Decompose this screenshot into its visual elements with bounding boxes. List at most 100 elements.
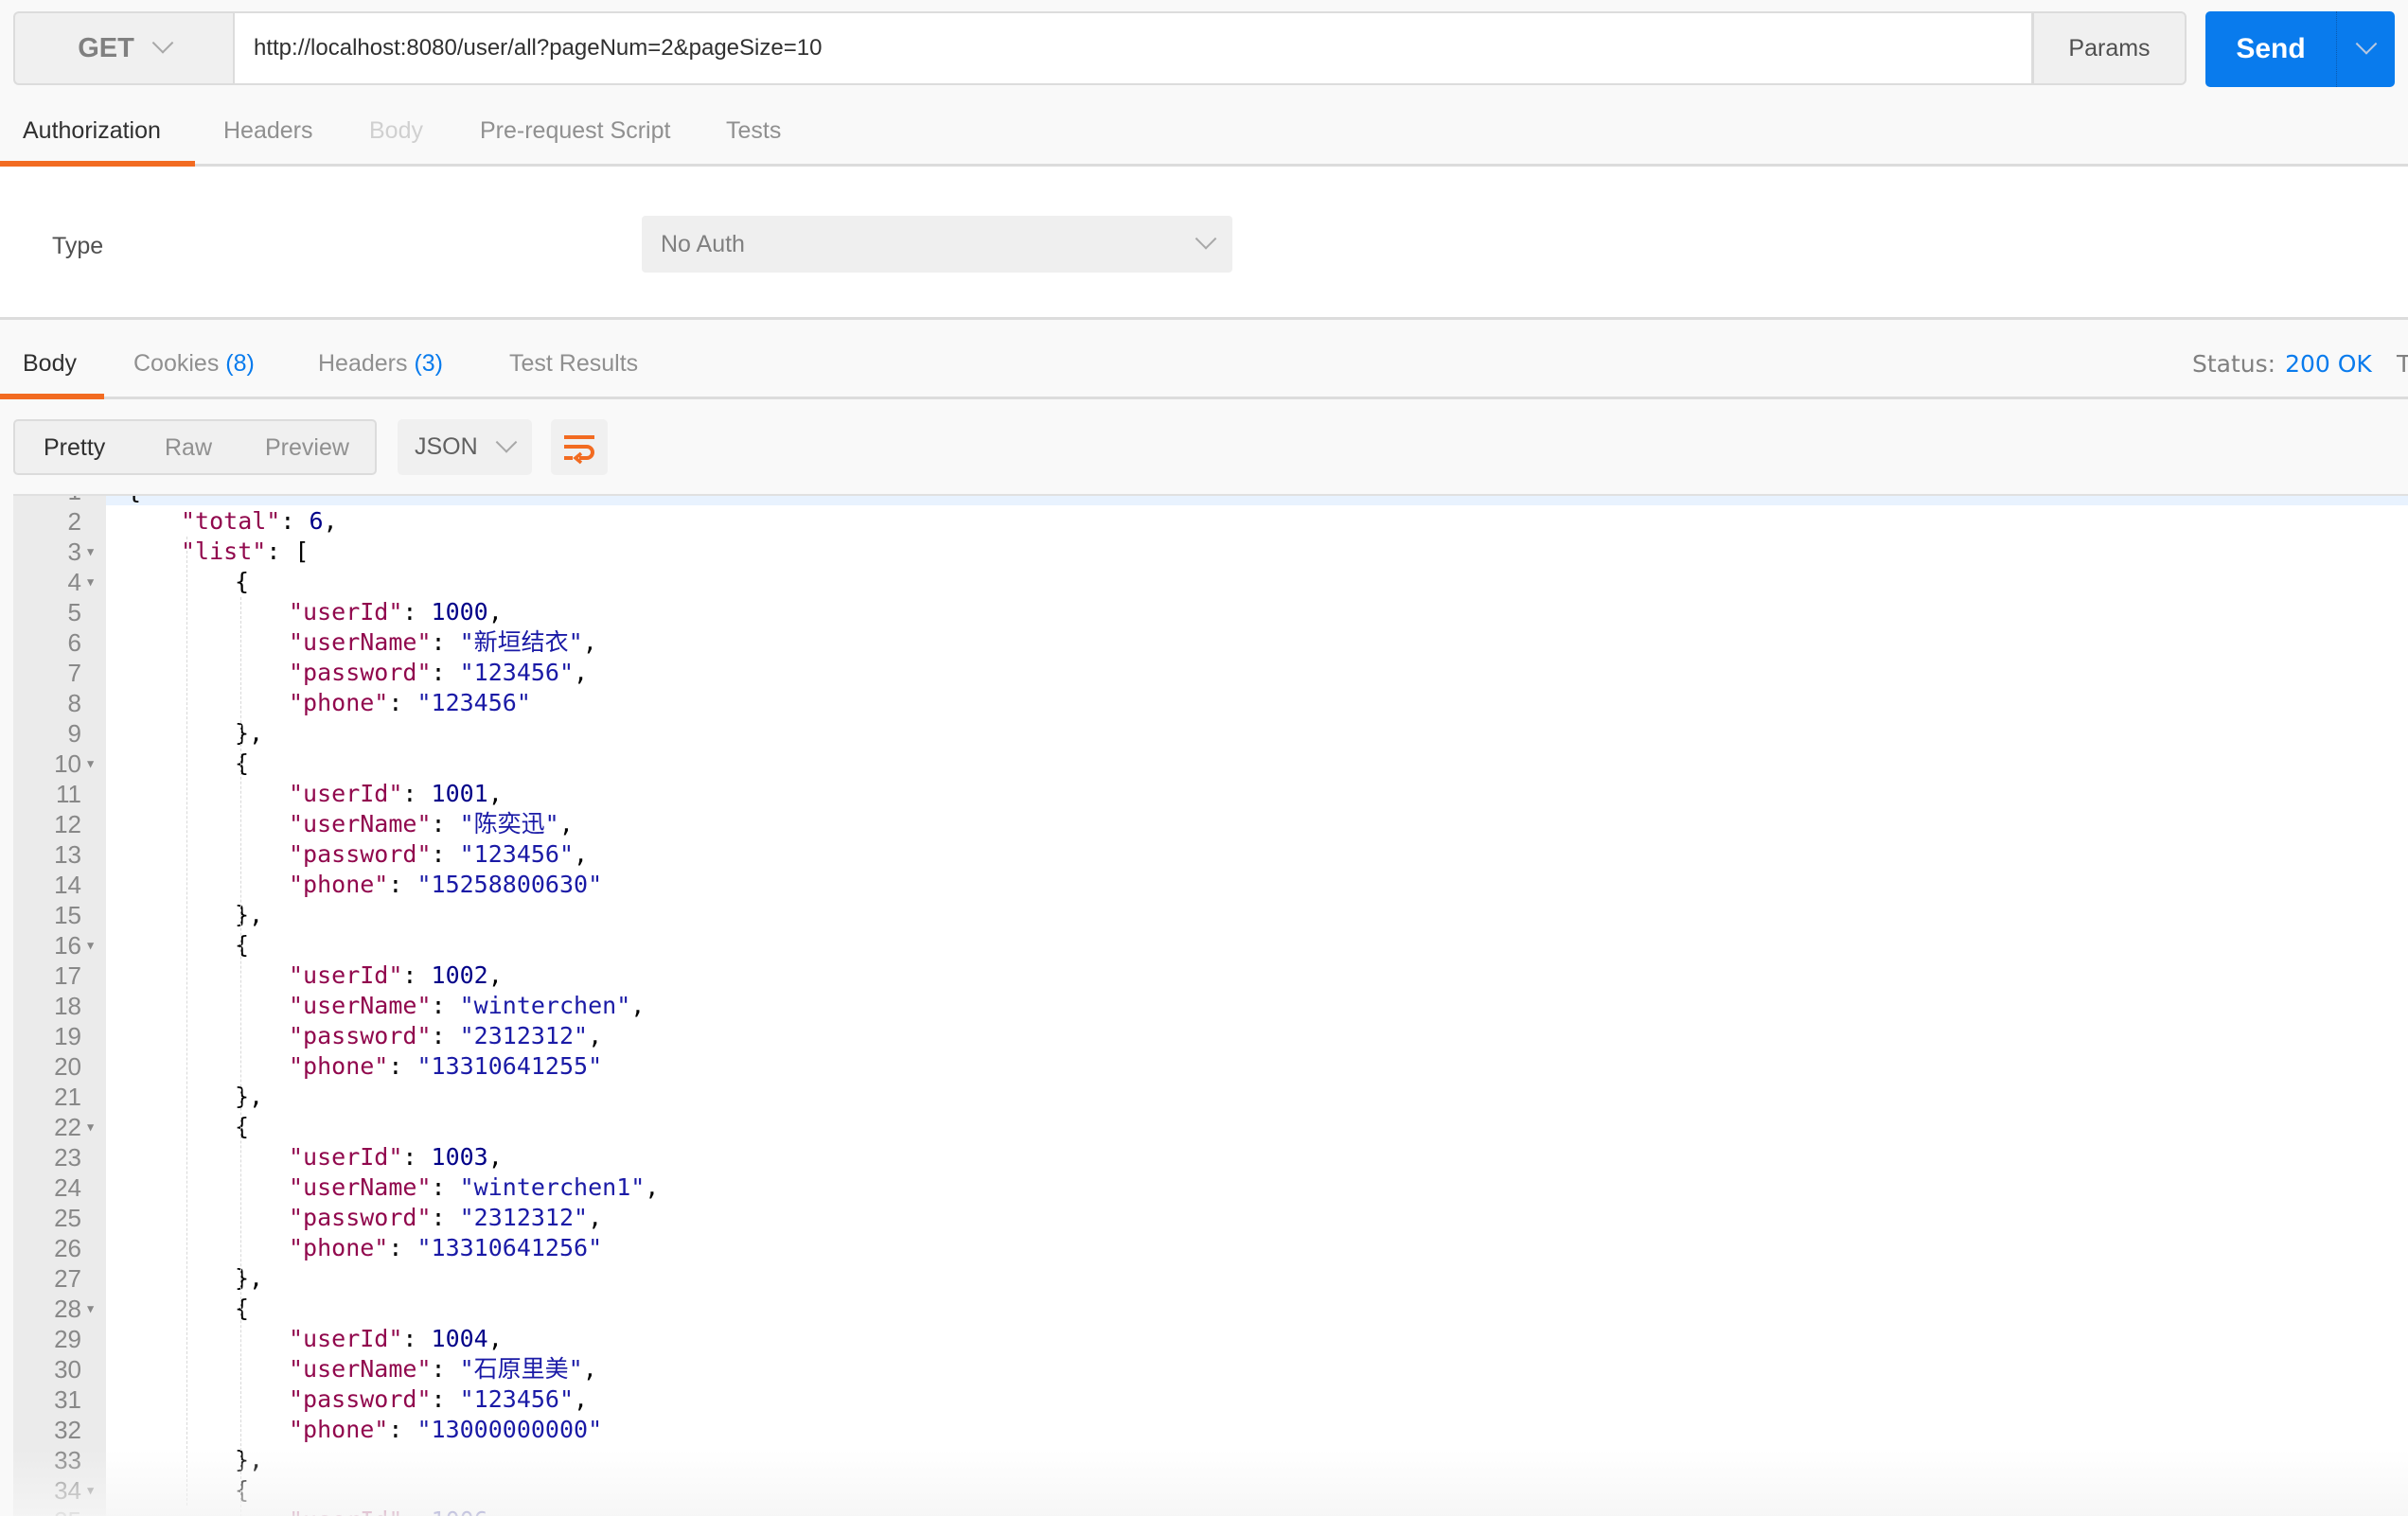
fold-arrow-icon[interactable]: ▼: [87, 1475, 94, 1506]
line-number: 33: [54, 1446, 81, 1474]
method-select[interactable]: GET: [13, 11, 233, 85]
json-punctuation: {: [235, 1476, 250, 1504]
cookies-count: (8): [225, 350, 255, 377]
json-key: "userName": [289, 1173, 432, 1201]
json-string: "2312312": [459, 1022, 589, 1049]
line-number: 12: [54, 810, 81, 838]
json-key: "password": [289, 840, 432, 868]
fold-arrow-icon[interactable]: ▼: [87, 930, 94, 961]
wrap-lines-icon: [564, 434, 594, 464]
code-line: 1{: [13, 496, 2408, 506]
json-punctuation: :: [402, 780, 432, 807]
line-number: 25: [54, 1204, 81, 1232]
json-key: "phone": [289, 871, 389, 898]
line-number: 2: [67, 507, 81, 536]
url-text: http://localhost:8080/user/all?pageNum=2…: [254, 35, 823, 61]
wrap-lines-button[interactable]: [551, 419, 608, 475]
send-button[interactable]: Send: [2205, 11, 2395, 87]
json-key: "userName": [289, 1355, 432, 1383]
line-number: 21: [54, 1083, 81, 1111]
code-text: "userName": "winterchen1",: [289, 1172, 659, 1203]
response-status: Status: 200 OK: [2192, 350, 2372, 378]
code-text: "password": "123456",: [289, 839, 588, 870]
view-raw-button[interactable]: Raw: [165, 434, 212, 462]
json-punctuation: :: [402, 598, 432, 626]
json-number: 1004: [431, 1325, 488, 1352]
line-number: 19: [54, 1022, 81, 1050]
tab-headers[interactable]: Headers: [223, 117, 313, 145]
json-string: "123456": [459, 840, 575, 868]
json-punctuation: :: [402, 961, 432, 989]
json-punctuation: ,: [574, 659, 589, 686]
line-number: 15: [54, 901, 81, 929]
code-line: 33},: [13, 1445, 2408, 1475]
json-punctuation: :: [402, 1325, 432, 1352]
tab-cookies[interactable]: Cookies (8): [133, 350, 255, 378]
tab-test-results[interactable]: Test Results: [509, 350, 638, 378]
line-number: 22: [54, 1113, 81, 1141]
url-input[interactable]: http://localhost:8080/user/all?pageNum=2…: [233, 11, 2033, 85]
code-text: {: [127, 496, 141, 506]
code-text: "password": "123456",: [289, 658, 588, 688]
fold-arrow-icon[interactable]: ▼: [87, 749, 94, 779]
tab-tests[interactable]: Tests: [726, 117, 781, 145]
view-preview-button[interactable]: Preview: [265, 434, 349, 462]
json-string: "123456": [459, 1385, 575, 1413]
fold-arrow-icon[interactable]: ▼: [87, 537, 94, 567]
code-text: "userId": 1002,: [289, 961, 503, 991]
code-text: },: [235, 718, 263, 749]
json-key: "password": [289, 1022, 432, 1049]
json-punctuation: ,: [588, 1204, 603, 1231]
json-key: "userId": [289, 961, 403, 989]
indent-guide: [186, 537, 187, 1506]
json-string: "13310641255": [416, 1052, 603, 1080]
response-body-editor[interactable]: 1{2"total": 6,3▼"list": [4▼{5"userId": 1…: [13, 494, 2408, 1516]
line-number: 29: [54, 1325, 81, 1353]
code-line: 4 ▼ {: [13, 567, 2408, 597]
code-text: "total": 6,: [181, 506, 338, 537]
format-select[interactable]: JSON: [398, 419, 532, 475]
send-options-button[interactable]: [2338, 33, 2395, 57]
json-punctuation: :: [431, 1355, 460, 1383]
format-value: JSON: [415, 433, 478, 460]
view-pretty-button[interactable]: Pretty: [44, 434, 105, 462]
code-line: 30 "userName": "石原里美",: [13, 1354, 2408, 1384]
code-line: 14 "phone": "15258800630": [13, 870, 2408, 900]
auth-type-dropdown[interactable]: No Auth: [642, 216, 1232, 273]
code-line: 22 ▼ {: [13, 1112, 2408, 1142]
json-string: "13000000000": [416, 1416, 603, 1443]
json-key: "phone": [289, 689, 389, 716]
json-punctuation: ,: [323, 507, 338, 535]
tab-body[interactable]: Body: [369, 117, 423, 145]
json-key: "password": [289, 1385, 432, 1413]
json-punctuation: :: [280, 507, 310, 535]
fold-arrow-icon[interactable]: ▼: [87, 1112, 94, 1142]
code-line: 10 ▼ {: [13, 749, 2408, 779]
line-number: 20: [54, 1052, 81, 1081]
headers-count: (3): [414, 350, 444, 377]
fold-arrow-icon[interactable]: ▼: [87, 1294, 94, 1324]
tab-response-headers[interactable]: Headers (3): [318, 350, 443, 378]
code-text: "list": [: [181, 537, 309, 567]
json-number: 1001: [431, 780, 488, 807]
line-number: 16: [54, 931, 81, 960]
json-key: "userId": [289, 1507, 402, 1516]
json-key: "total": [181, 507, 281, 535]
params-button[interactable]: Params: [2032, 11, 2187, 85]
line-number: 8: [67, 689, 81, 717]
code-line: 19 "password": "2312312",: [13, 1021, 2408, 1051]
tab-response-body[interactable]: Body: [23, 350, 77, 378]
line-number: 6: [67, 628, 81, 657]
code-line: 16 ▼ {: [13, 930, 2408, 961]
json-key: "userId": [289, 1143, 403, 1171]
json-key: "userId": [289, 598, 403, 626]
json-punctuation: :: [388, 1234, 417, 1261]
tab-pre-request-script[interactable]: Pre-request Script: [480, 117, 670, 145]
tab-authorization[interactable]: Authorization: [23, 117, 161, 145]
json-punctuation: ,: [487, 1325, 503, 1352]
json-punctuation: },: [235, 901, 264, 928]
code-line: 27},: [13, 1263, 2408, 1294]
json-punctuation: ,: [582, 628, 597, 656]
chevron-down-icon: [151, 32, 174, 54]
fold-arrow-icon[interactable]: ▼: [87, 567, 94, 597]
